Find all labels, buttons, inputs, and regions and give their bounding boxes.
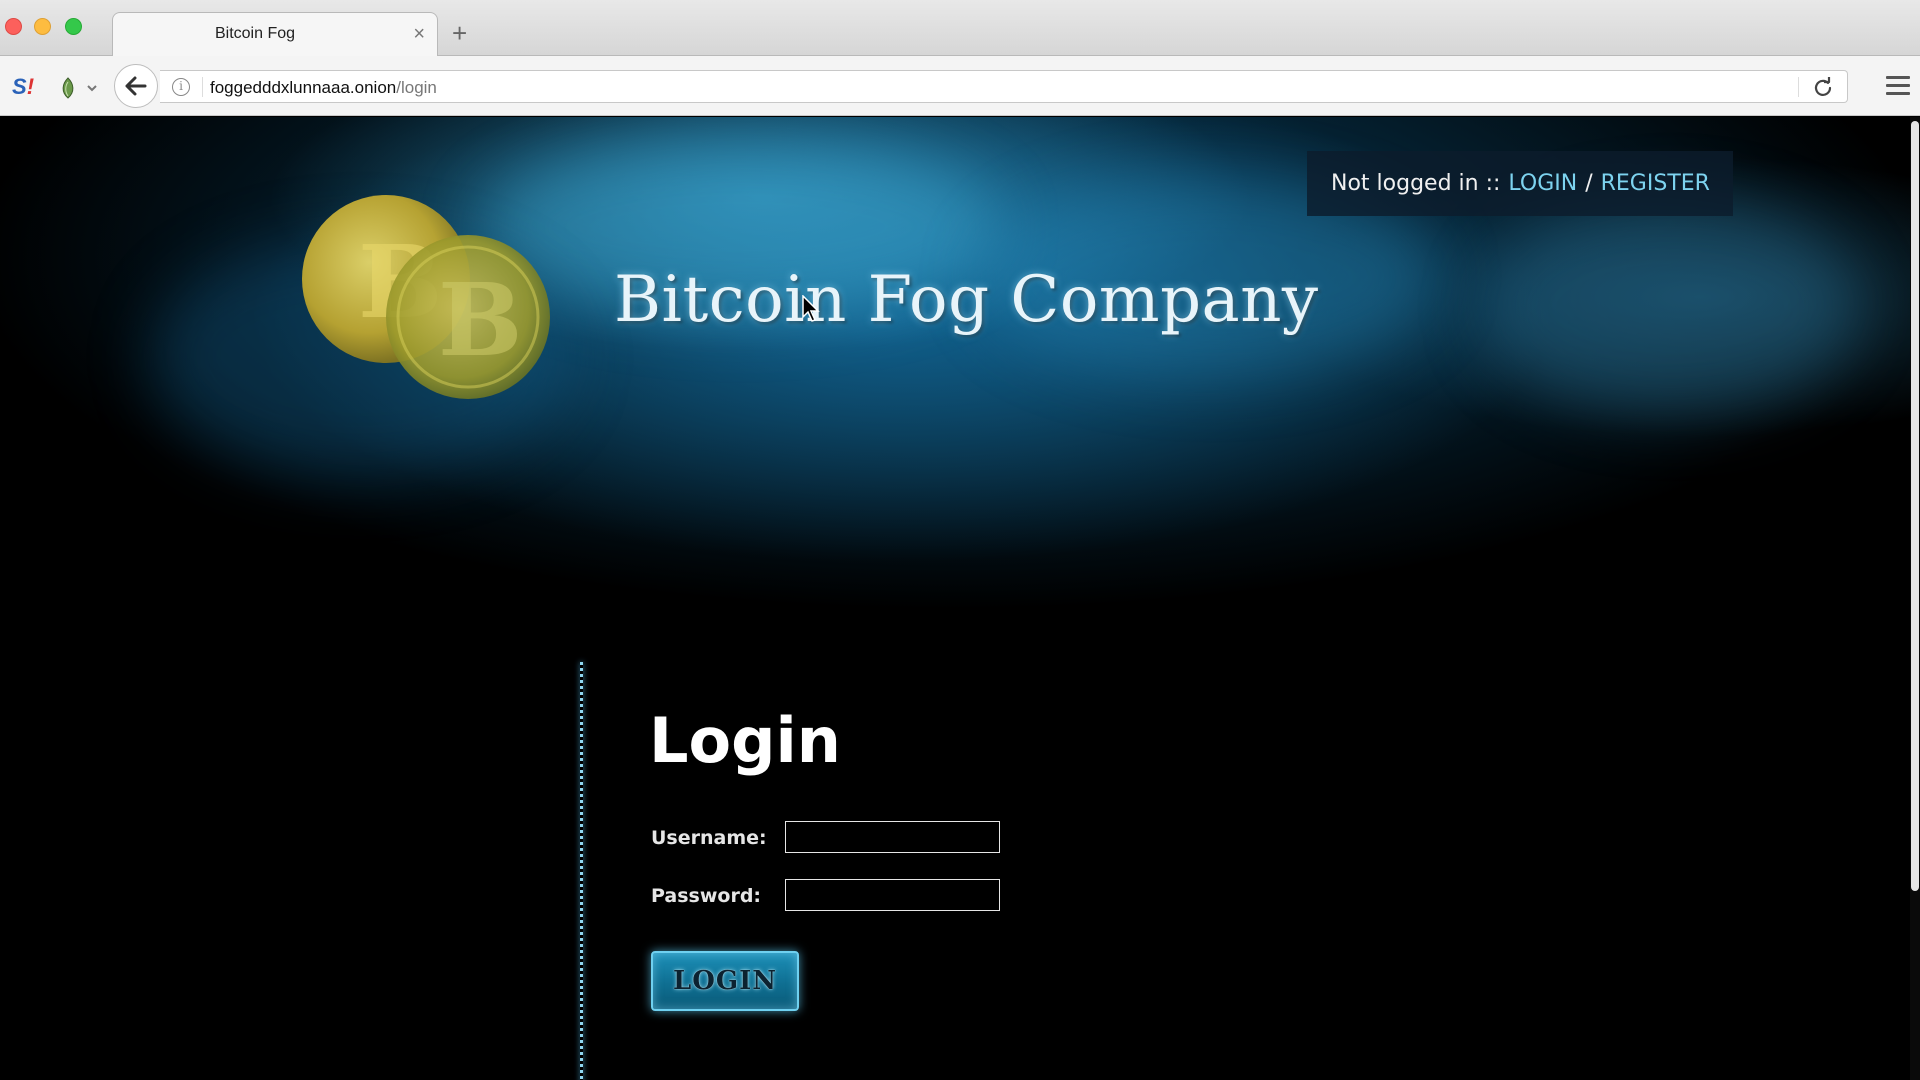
tab-close-icon[interactable]: × bbox=[413, 23, 425, 45]
mouse-cursor-icon bbox=[802, 295, 820, 322]
scrollbar-thumb[interactable] bbox=[1911, 121, 1919, 891]
onion-icon[interactable] bbox=[58, 76, 100, 100]
dotted-divider bbox=[580, 662, 583, 1080]
back-button[interactable] bbox=[114, 64, 158, 108]
address-bar[interactable]: i foggedddxlunnaaa.onion/login bbox=[160, 70, 1848, 103]
tab-title: Bitcoin Fog bbox=[214, 25, 296, 42]
extension-s-letter: S bbox=[12, 74, 27, 99]
browser-tab[interactable]: Bitcoin Fog × bbox=[112, 12, 438, 57]
password-input[interactable] bbox=[785, 879, 1000, 911]
url-separator bbox=[202, 77, 203, 97]
register-link[interactable]: REGISTER bbox=[1601, 171, 1710, 196]
auth-status-bar: Not logged in :: LOGIN / REGISTER bbox=[1307, 151, 1733, 216]
close-window-button[interactable] bbox=[5, 18, 22, 35]
auth-separator: / bbox=[1585, 171, 1593, 196]
extension-s-mark: ! bbox=[26, 74, 35, 99]
username-label: Username: bbox=[651, 827, 767, 849]
minimize-window-button[interactable] bbox=[34, 18, 51, 35]
bitcoin-coins-logo: B B bbox=[302, 195, 550, 399]
maximize-window-button[interactable] bbox=[65, 18, 82, 35]
password-label: Password: bbox=[651, 885, 762, 907]
reload-icon[interactable] bbox=[1813, 77, 1833, 97]
browser-toolbar: S! i foggedddxlunnaaa.onion/login bbox=[0, 56, 1920, 116]
login-link[interactable]: LOGIN bbox=[1508, 171, 1577, 196]
url-text[interactable]: foggedddxlunnaaa.onion/login bbox=[210, 78, 437, 98]
svg-text:B: B bbox=[438, 261, 523, 379]
login-heading: Login bbox=[649, 704, 841, 777]
fog-cloud bbox=[1480, 197, 1860, 417]
info-icon[interactable]: i bbox=[172, 78, 190, 96]
reload-separator bbox=[1798, 77, 1799, 97]
login-submit-button[interactable]: LOGIN bbox=[651, 951, 799, 1011]
browser-titlebar: Bitcoin Fog × + bbox=[0, 0, 1920, 57]
auth-status-text: Not logged in :: bbox=[1331, 171, 1501, 196]
url-host: foggedddxlunnaaa.onion bbox=[210, 78, 397, 97]
extension-s-icon[interactable]: S! bbox=[12, 74, 34, 100]
url-path: /login bbox=[396, 78, 437, 97]
hamburger-menu-icon[interactable] bbox=[1886, 76, 1910, 96]
page-content: B B Bitcoin Fog Company Not logged in ::… bbox=[0, 117, 1920, 1080]
scrollbar-track[interactable] bbox=[1910, 117, 1920, 1080]
username-input[interactable] bbox=[785, 821, 1000, 853]
back-arrow-icon bbox=[125, 76, 147, 96]
new-tab-button[interactable]: + bbox=[452, 20, 467, 46]
site-title: Bitcoin Fog Company bbox=[614, 263, 1319, 337]
